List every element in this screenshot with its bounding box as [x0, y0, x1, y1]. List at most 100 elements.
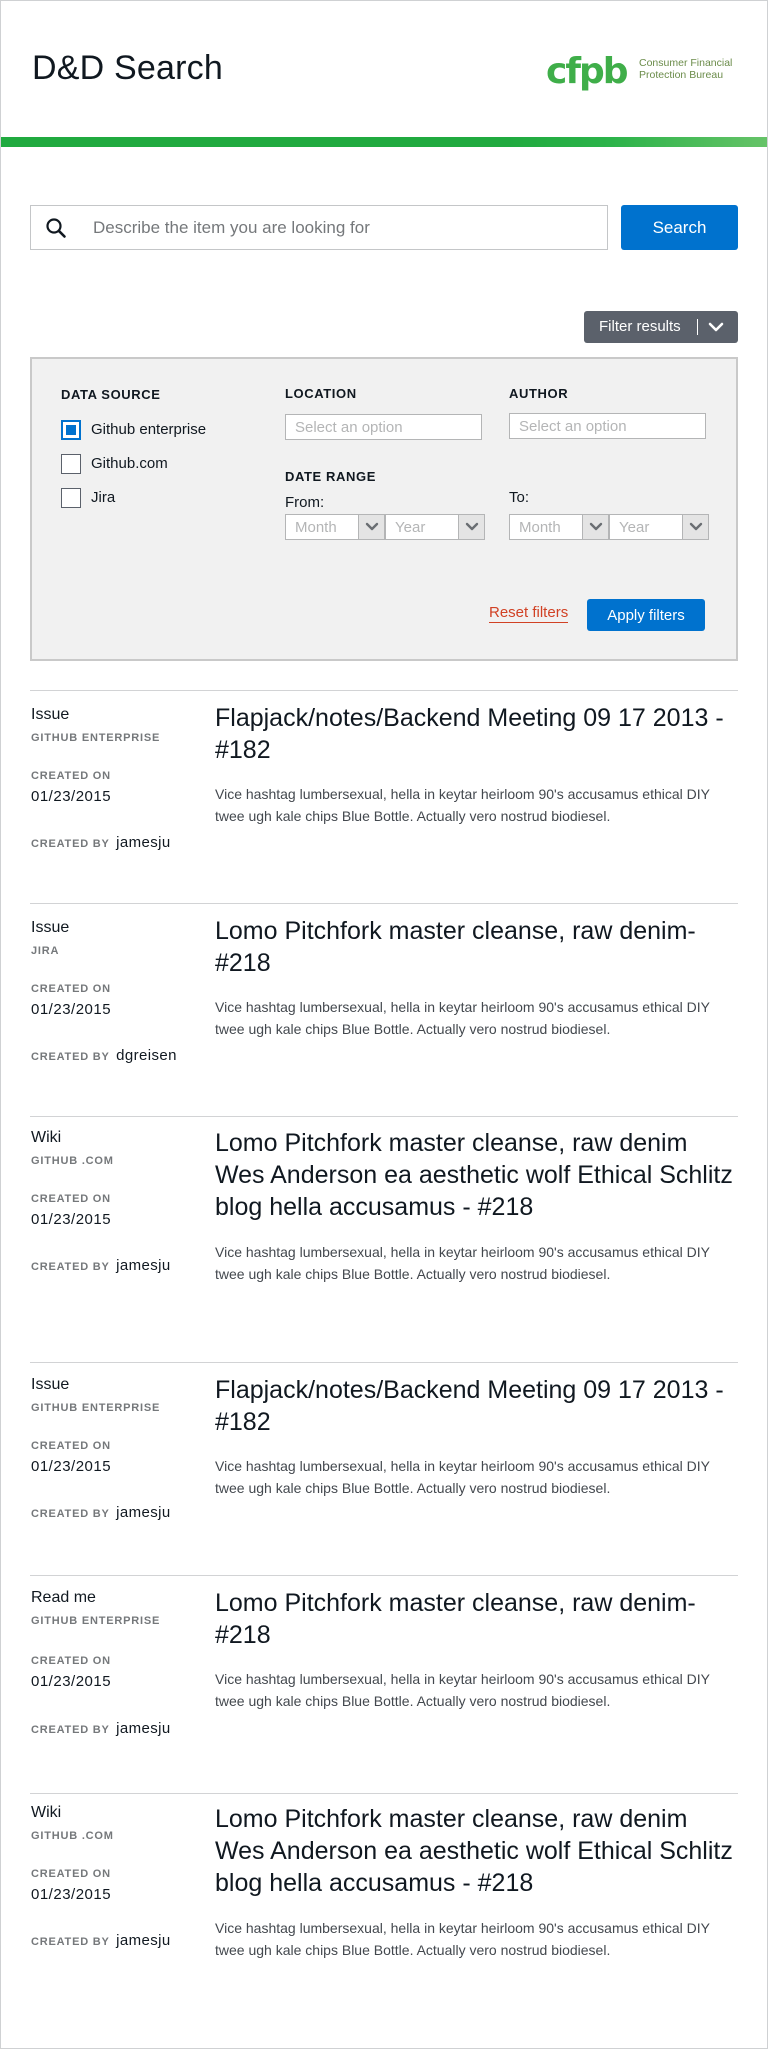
result-author[interactable]: jamesju	[116, 1932, 171, 1949]
cfpb-logo-icon: cfpb	[546, 51, 630, 92]
page-header: D&D Search cfpb Consumer Financial Prote…	[1, 1, 767, 137]
chevron-down-icon	[682, 515, 708, 539]
result-source: GITHUB .COM	[31, 1155, 114, 1167]
result-date: 01/23/2015	[31, 1886, 112, 1903]
result-title[interactable]: Lomo Pitchfork master cleanse, raw denim…	[215, 915, 735, 979]
result-item[interactable]: Issue GITHUB ENTERPRISE CREATED ON 01/23…	[30, 690, 738, 902]
created-on-label: CREATED ON	[31, 1868, 111, 1880]
result-description: Vice hashtag lumbersexual, hella in keyt…	[215, 999, 710, 1037]
location-select[interactable]: Select an option	[285, 414, 482, 440]
filter-results-label: Filter results	[599, 318, 681, 335]
result-item[interactable]: Read me GITHUB ENTERPRISE CREATED ON 01/…	[30, 1575, 738, 1793]
filter-toggle-divider	[697, 319, 698, 335]
created-by-label: CREATED BY	[31, 1724, 110, 1736]
search-button[interactable]: Search	[621, 205, 738, 250]
from-label: From:	[285, 494, 325, 511]
result-source: GITHUB .COM	[31, 1830, 114, 1842]
result-title[interactable]: Lomo Pitchfork master cleanse, raw denim…	[215, 1803, 735, 1899]
result-type: Issue	[31, 919, 70, 936]
to-year-placeholder: Year	[619, 519, 650, 536]
created-on-label: CREATED ON	[31, 1440, 111, 1452]
checkbox-unchecked[interactable]	[61, 488, 81, 508]
result-description: Vice hashtag lumbersexual, hella in keyt…	[215, 1920, 710, 1958]
created-by-label: CREATED BY	[31, 838, 110, 850]
checkbox-unchecked[interactable]	[61, 454, 81, 474]
author-heading: AUTHOR	[509, 386, 569, 401]
filter-results-button[interactable]: Filter results	[584, 311, 738, 343]
created-by: CREATED BY jamesju	[31, 1257, 171, 1275]
created-by: CREATED BY jamesju	[31, 834, 171, 852]
result-title[interactable]: Lomo Pitchfork master cleanse, raw denim…	[215, 1127, 735, 1223]
result-date: 01/23/2015	[31, 1211, 112, 1228]
result-date: 01/23/2015	[31, 1673, 112, 1690]
location-heading: LOCATION	[285, 386, 357, 401]
svg-text:cfpb: cfpb	[546, 51, 628, 92]
result-item[interactable]: Wiki GITHUB .COM CREATED ON 01/23/2015 C…	[30, 1116, 738, 1362]
created-by-label: CREATED BY	[31, 1051, 110, 1063]
to-year-select[interactable]: Year	[609, 514, 709, 540]
result-date: 01/23/2015	[31, 1001, 112, 1018]
created-by-label: CREATED BY	[31, 1261, 110, 1273]
created-by-label: CREATED BY	[31, 1508, 110, 1520]
result-source: GITHUB ENTERPRISE	[31, 1615, 161, 1627]
result-description: Vice hashtag lumbersexual, hella in keyt…	[215, 786, 710, 824]
result-item[interactable]: Wiki GITHUB .COM CREATED ON 01/23/2015 C…	[30, 1793, 738, 2033]
created-by: CREATED BY jamesju	[31, 1720, 171, 1738]
result-type: Read me	[31, 1589, 96, 1606]
checkbox-label: Jira	[91, 489, 116, 506]
search-box[interactable]	[30, 205, 608, 250]
filter-panel: DATA SOURCE Github enterprise Github.com…	[30, 357, 738, 661]
result-description: Vice hashtag lumbersexual, hella in keyt…	[215, 1458, 710, 1496]
result-type: Issue	[31, 1376, 70, 1393]
result-title[interactable]: Lomo Pitchfork master cleanse, raw denim…	[215, 1587, 735, 1651]
date-range-heading: DATE RANGE	[285, 469, 376, 484]
result-author[interactable]: jamesju	[116, 1257, 171, 1274]
from-month-select[interactable]: Month	[285, 514, 385, 540]
logo-text: Consumer Financial Protection Bureau	[639, 57, 732, 81]
result-description: Vice hashtag lumbersexual, hella in keyt…	[215, 1244, 710, 1282]
search-icon	[46, 218, 66, 238]
created-on-label: CREATED ON	[31, 1193, 111, 1205]
logo-text-line2: Protection Bureau	[639, 69, 724, 81]
data-source-heading: DATA SOURCE	[61, 387, 161, 402]
result-author[interactable]: jamesju	[116, 834, 171, 851]
result-source: GITHUB ENTERPRISE	[31, 1402, 161, 1414]
to-month-select[interactable]: Month	[509, 514, 609, 540]
created-by: CREATED BY jamesju	[31, 1932, 171, 1950]
result-author[interactable]: jamesju	[116, 1504, 171, 1521]
result-item[interactable]: Issue GITHUB ENTERPRISE CREATED ON 01/23…	[30, 1362, 738, 1575]
location-select-placeholder: Select an option	[295, 419, 403, 436]
author-select[interactable]: Select an option	[509, 413, 706, 439]
chevron-down-icon	[358, 515, 384, 539]
created-by-label: CREATED BY	[31, 1936, 110, 1948]
created-on-label: CREATED ON	[31, 1655, 111, 1667]
result-source: JIRA	[31, 945, 60, 957]
chevron-down-icon	[708, 322, 724, 332]
result-title[interactable]: Flapjack/notes/Backend Meeting 09 17 201…	[215, 702, 735, 766]
result-title[interactable]: Flapjack/notes/Backend Meeting 09 17 201…	[215, 1374, 735, 1438]
chevron-down-icon	[458, 515, 484, 539]
result-type: Issue	[31, 706, 70, 723]
header-accent-bar	[1, 137, 767, 147]
author-select-placeholder: Select an option	[519, 418, 627, 435]
from-year-select[interactable]: Year	[385, 514, 485, 540]
search-input[interactable]	[93, 206, 593, 249]
created-on-label: CREATED ON	[31, 983, 111, 995]
checkbox-checked[interactable]	[61, 420, 81, 440]
apply-filters-button[interactable]: Apply filters	[587, 599, 705, 631]
result-item[interactable]: Issue JIRA CREATED ON 01/23/2015 CREATED…	[30, 903, 738, 1116]
chevron-down-icon	[582, 515, 608, 539]
from-year-placeholder: Year	[395, 519, 426, 536]
from-month-placeholder: Month	[295, 519, 337, 536]
result-type: Wiki	[31, 1804, 62, 1821]
result-source: GITHUB ENTERPRISE	[31, 732, 161, 744]
result-author[interactable]: jamesju	[116, 1720, 171, 1737]
reset-filters-link[interactable]: Reset filters	[489, 604, 569, 623]
result-type: Wiki	[31, 1129, 62, 1146]
result-description: Vice hashtag lumbersexual, hella in keyt…	[215, 1671, 710, 1709]
to-month-placeholder: Month	[519, 519, 561, 536]
created-by: CREATED BY dgreisen	[31, 1047, 177, 1065]
result-author[interactable]: dgreisen	[116, 1047, 177, 1064]
to-label: To:	[509, 489, 530, 506]
cfpb-logo: cfpb Consumer Financial Protection Burea…	[546, 49, 741, 95]
